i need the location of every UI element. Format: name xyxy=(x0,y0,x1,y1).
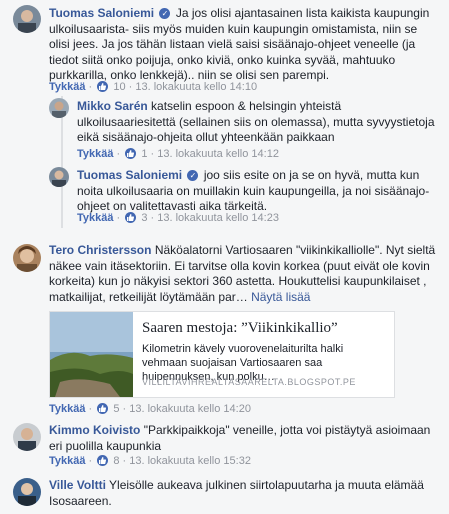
comment-body: Tuomas Saloniemi ✓ Ja jos olisi ajantasa… xyxy=(49,6,439,84)
timestamp[interactable]: 13. lokakuuta kello 15:32 xyxy=(129,455,251,467)
comment-meta: Tykkää · 3 · 13. lokakuuta kello 14:23 xyxy=(77,212,279,224)
link-preview-url: VILLILTAVIHREALTASAARELTA.BLOGSPOT.PE xyxy=(142,377,356,387)
avatar[interactable] xyxy=(13,5,41,33)
comment-body: Ville Voltti Yleisölle aukeava julkinen … xyxy=(49,478,439,509)
comment-author[interactable]: Tuomas Saloniemi xyxy=(77,168,182,182)
like-count-icon xyxy=(97,403,109,414)
like-count[interactable]: 10 xyxy=(113,81,125,93)
comment-body: Tuomas Saloniemi ✓ joo siis esite on ja … xyxy=(77,168,442,215)
comment-body: Kimmo Koivisto "Parkkipaikkoja" veneille… xyxy=(49,423,439,454)
like-button[interactable]: Tykkää xyxy=(49,81,86,93)
like-count-icon xyxy=(125,212,137,223)
timestamp[interactable]: 13. lokakuuta kello 14:23 xyxy=(157,212,279,224)
comment-meta: Tykkää · 1 · 13. lokakuuta kello 14:12 xyxy=(77,148,279,160)
comment-body: Mikko Sarén katselin espoon & helsingin … xyxy=(77,99,442,146)
comment-author[interactable]: Tero Christersson xyxy=(49,243,151,257)
avatar[interactable] xyxy=(13,423,41,451)
comment-author[interactable]: Ville Voltti xyxy=(49,478,106,492)
like-count-icon xyxy=(97,81,109,92)
verified-icon: ✓ xyxy=(187,170,199,181)
see-more-link[interactable]: Näytä lisää xyxy=(251,290,310,304)
like-count[interactable]: 1 xyxy=(141,148,147,160)
link-preview-card[interactable]: Saaren mestoja: ”Viikinkikallio” Kilomet… xyxy=(49,311,395,398)
comment-author[interactable]: Kimmo Koivisto xyxy=(49,423,140,437)
comment-meta: Tykkää · 5 · 13. lokakuuta kello 14:20 xyxy=(49,403,251,415)
avatar[interactable] xyxy=(13,244,41,272)
link-preview-image xyxy=(50,312,133,397)
avatar[interactable] xyxy=(49,98,69,118)
like-button[interactable]: Tykkää xyxy=(77,212,114,224)
comment-body: Tero Christersson Näköalatorni Vartiosaa… xyxy=(49,243,439,305)
avatar[interactable] xyxy=(13,478,41,506)
link-preview-title: Saaren mestoja: ”Viikinkikallio” xyxy=(142,320,338,336)
verified-icon: ✓ xyxy=(159,8,171,19)
timestamp[interactable]: 13. lokakuuta kello 14:20 xyxy=(129,403,251,415)
like-count-icon xyxy=(97,455,109,466)
comment-author[interactable]: Tuomas Saloniemi xyxy=(49,6,154,20)
like-count[interactable]: 3 xyxy=(141,212,147,224)
comment-text: Yleisölle aukeava julkinen siirtolapuuta… xyxy=(49,478,424,508)
like-button[interactable]: Tykkää xyxy=(49,455,86,467)
comment-meta: Tykkää · 10 · 13. lokakuuta kello 14:10 xyxy=(49,81,258,93)
comment-author[interactable]: Mikko Sarén xyxy=(77,99,148,113)
like-count[interactable]: 5 xyxy=(113,403,119,415)
like-count-icon xyxy=(125,148,137,159)
timestamp[interactable]: 13. lokakuuta kello 14:10 xyxy=(135,81,257,93)
timestamp[interactable]: 13. lokakuuta kello 14:12 xyxy=(157,148,279,160)
avatar[interactable] xyxy=(49,167,69,187)
like-button[interactable]: Tykkää xyxy=(49,403,86,415)
comment-meta: Tykkää · 8 · 13. lokakuuta kello 15:32 xyxy=(49,455,251,467)
like-count[interactable]: 8 xyxy=(113,455,119,467)
like-button[interactable]: Tykkää xyxy=(77,148,114,160)
